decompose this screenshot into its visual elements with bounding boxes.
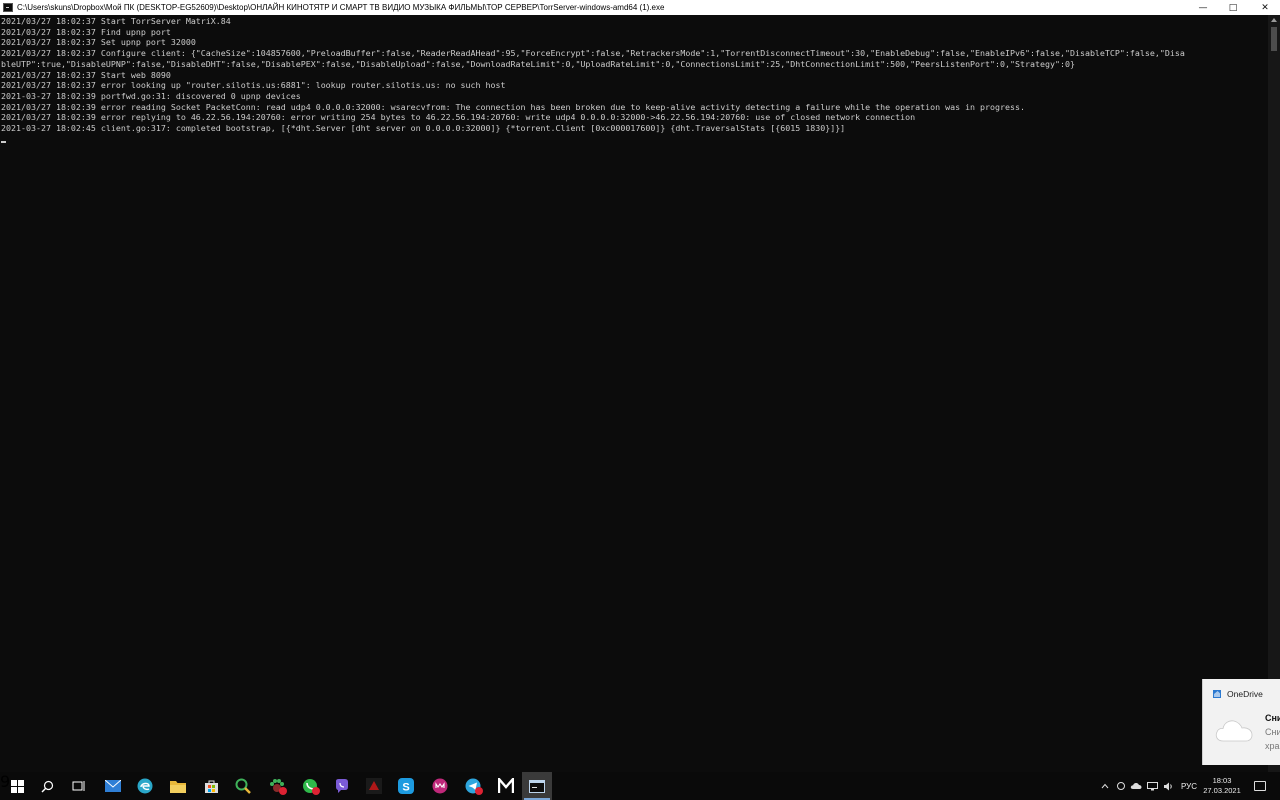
console-window-button[interactable] bbox=[522, 772, 552, 800]
onedrive-small-icon bbox=[1213, 690, 1221, 698]
task-view-icon bbox=[72, 780, 86, 792]
notification-text-line-1: Сни bbox=[1265, 727, 1280, 737]
unread-badge bbox=[279, 787, 287, 795]
onedrive-tray-icon[interactable] bbox=[1128, 772, 1144, 800]
edge-button[interactable] bbox=[130, 772, 160, 800]
unread-badge bbox=[475, 787, 483, 795]
console-line: 2021-03-27 18:02:45 client.go:317: compl… bbox=[1, 123, 846, 134]
mail-icon bbox=[105, 780, 121, 792]
console-output[interactable]: 2021/03/27 18:02:37 Start TorrServer Mat… bbox=[0, 15, 1268, 772]
tray-app-icon[interactable] bbox=[1114, 772, 1128, 800]
notification-text-line-2: хра bbox=[1265, 741, 1280, 751]
scrollbar-thumb[interactable] bbox=[1271, 27, 1277, 51]
console-log-lines: 2021/03/27 18:02:37 Start TorrServer Mat… bbox=[0, 15, 1268, 134]
notification-app-name: OneDrive bbox=[1227, 689, 1263, 699]
file-explorer-button[interactable] bbox=[163, 772, 193, 800]
search-icon bbox=[41, 780, 54, 793]
scroll-up-arrow-icon[interactable] bbox=[1271, 18, 1277, 22]
clock-time: 18:03 bbox=[1212, 776, 1232, 785]
m-logo-icon bbox=[498, 778, 514, 794]
unread-badge bbox=[312, 787, 320, 795]
show-hidden-icons-chevron-up-icon[interactable] bbox=[1099, 772, 1111, 800]
network-icon[interactable] bbox=[1145, 772, 1159, 800]
store-button[interactable] bbox=[196, 772, 226, 800]
console-line: 2021/03/27 18:02:39 error reading Socket… bbox=[1, 101, 1026, 112]
console-scrollbar[interactable] bbox=[1268, 15, 1280, 772]
onedrive-notification[interactable]: OneDrive Сни Сни хра bbox=[1202, 679, 1280, 765]
window-title: C:\Users\skuns\Dropbox\Мой ПК (DESKTOP-E… bbox=[17, 3, 665, 12]
console-line: 2021-03-27 18:02:39 portfwd.go:31: disco… bbox=[1, 90, 301, 101]
console-line: 2021/03/27 18:02:37 error looking up "ro… bbox=[1, 80, 506, 91]
notification-title: Сни bbox=[1265, 713, 1280, 723]
clock-date: 27.03.2021 bbox=[1203, 786, 1241, 795]
taskbar: S РУС 18:03 27.03.2021 9 bbox=[0, 772, 1280, 800]
paw-app-button[interactable] bbox=[262, 772, 292, 800]
console-line: 2021/03/27 18:02:37 Configure client: {"… bbox=[1, 48, 1185, 59]
close-button[interactable]: ✕ bbox=[1250, 0, 1280, 15]
console-line: 2021/03/27 18:02:39 error replying to 46… bbox=[1, 112, 916, 123]
console-line: 2021/03/27 18:02:37 Start TorrServer Mat… bbox=[1, 16, 231, 26]
folder-icon bbox=[170, 780, 186, 793]
m-app-button[interactable] bbox=[491, 772, 521, 800]
maximize-button[interactable]: □ bbox=[1218, 0, 1248, 15]
console-icon bbox=[529, 779, 545, 793]
whatsapp-button[interactable] bbox=[295, 772, 325, 800]
telegram-button[interactable] bbox=[458, 772, 488, 800]
console-line: 2021/03/27 18:02:37 Start web 8090 bbox=[1, 69, 171, 80]
store-icon bbox=[204, 779, 219, 794]
console-line: 2021/03/27 18:02:37 Set upnp port 32000 bbox=[1, 37, 196, 48]
windows-logo-icon bbox=[10, 779, 24, 793]
console-app-icon bbox=[3, 3, 13, 12]
console-line: bleUTP":true,"DisableUPNP":false,"Disabl… bbox=[1, 58, 1075, 69]
skype-button[interactable]: S bbox=[391, 772, 421, 800]
console-cursor bbox=[1, 141, 6, 143]
task-view-button[interactable] bbox=[64, 772, 94, 800]
viber-icon bbox=[334, 778, 350, 794]
media-icon bbox=[432, 778, 448, 794]
mail-button[interactable] bbox=[98, 772, 128, 800]
notifications-icon bbox=[1254, 781, 1266, 791]
magnifier-icon bbox=[235, 778, 251, 794]
input-language-indicator[interactable]: РУС bbox=[1178, 772, 1200, 800]
game-app-button[interactable] bbox=[359, 772, 389, 800]
magnifier-app-button[interactable] bbox=[228, 772, 258, 800]
action-center-button[interactable] bbox=[1250, 772, 1270, 800]
minimize-button[interactable]: — bbox=[1188, 0, 1218, 15]
console-line: 2021/03/27 18:02:37 Find upnp port bbox=[1, 26, 171, 37]
volume-icon[interactable] bbox=[1160, 772, 1176, 800]
skype-icon: S bbox=[398, 778, 414, 794]
search-button[interactable] bbox=[32, 772, 62, 800]
notification-header: OneDrive bbox=[1213, 689, 1263, 699]
viber-button[interactable] bbox=[327, 772, 357, 800]
svg-text:S: S bbox=[402, 782, 409, 794]
game-icon bbox=[366, 778, 382, 794]
media-app-button[interactable] bbox=[425, 772, 455, 800]
onedrive-cloud-icon bbox=[1215, 720, 1253, 742]
edge-icon bbox=[137, 778, 153, 794]
window-title-bar[interactable]: C:\Users\skuns\Dropbox\Мой ПК (DESKTOP-E… bbox=[0, 0, 1280, 15]
start-button[interactable] bbox=[2, 772, 32, 800]
system-clock[interactable]: 18:03 27.03.2021 bbox=[1202, 776, 1242, 796]
